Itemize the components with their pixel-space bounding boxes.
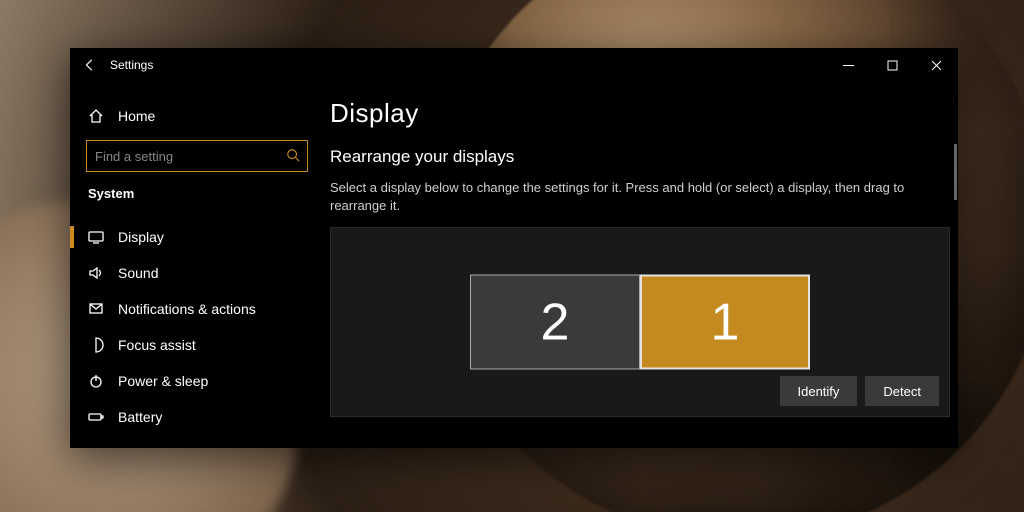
nav-item-sound[interactable]: Sound bbox=[70, 255, 322, 291]
identify-button[interactable]: Identify bbox=[780, 376, 858, 406]
arrange-buttons: Identify Detect bbox=[780, 376, 940, 406]
section-title: Rearrange your displays bbox=[330, 147, 950, 167]
nav-label: Display bbox=[118, 229, 164, 245]
nav-item-battery[interactable]: Battery bbox=[70, 399, 322, 435]
monitors-group: 2 1 bbox=[470, 275, 810, 370]
nav-item-notifications[interactable]: Notifications & actions bbox=[70, 291, 322, 327]
maximize-button[interactable] bbox=[870, 48, 914, 82]
settings-window: Settings Home bbox=[70, 48, 958, 448]
home-icon bbox=[88, 108, 104, 124]
search-input[interactable] bbox=[86, 140, 308, 172]
section-description: Select a display below to change the set… bbox=[330, 179, 950, 215]
titlebar: Settings bbox=[70, 48, 958, 82]
monitor-label: 1 bbox=[711, 292, 740, 352]
sound-icon bbox=[88, 265, 104, 281]
main-content: Display Rearrange your displays Select a… bbox=[322, 82, 958, 448]
nav-label: Power & sleep bbox=[118, 373, 208, 389]
home-label: Home bbox=[118, 108, 155, 124]
focus-icon bbox=[88, 337, 104, 353]
nav-item-focus[interactable]: Focus assist bbox=[70, 327, 322, 363]
detect-button[interactable]: Detect bbox=[865, 376, 939, 406]
close-button[interactable] bbox=[914, 48, 958, 82]
notifications-icon bbox=[88, 301, 104, 317]
app-title: Settings bbox=[110, 58, 153, 72]
nav-item-power[interactable]: Power & sleep bbox=[70, 363, 322, 399]
nav-label: Sound bbox=[118, 265, 158, 281]
monitor-tile-2[interactable]: 2 bbox=[470, 275, 640, 370]
page-title: Display bbox=[330, 98, 950, 129]
minimize-button[interactable] bbox=[826, 48, 870, 82]
monitor-tile-1[interactable]: 1 bbox=[640, 275, 810, 370]
nav-label: Battery bbox=[118, 409, 162, 425]
search-wrap bbox=[70, 140, 322, 172]
nav-label: Focus assist bbox=[118, 337, 196, 353]
display-icon bbox=[88, 229, 104, 245]
back-button[interactable] bbox=[70, 48, 110, 82]
home-nav[interactable]: Home bbox=[70, 98, 322, 134]
sidebar: Home System Display bbox=[70, 82, 322, 448]
power-icon bbox=[88, 373, 104, 389]
monitor-label: 2 bbox=[541, 292, 570, 352]
scrollbar-thumb[interactable] bbox=[954, 144, 957, 200]
window-controls bbox=[826, 48, 958, 82]
section-heading: System bbox=[70, 186, 322, 201]
display-arrange-area[interactable]: 2 1 Identify Detect bbox=[330, 227, 950, 417]
nav-label: Notifications & actions bbox=[118, 301, 256, 317]
battery-icon bbox=[88, 409, 104, 425]
nav-item-display[interactable]: Display bbox=[70, 219, 322, 255]
nav-list: Display Sound Notifications & actions bbox=[70, 219, 322, 435]
